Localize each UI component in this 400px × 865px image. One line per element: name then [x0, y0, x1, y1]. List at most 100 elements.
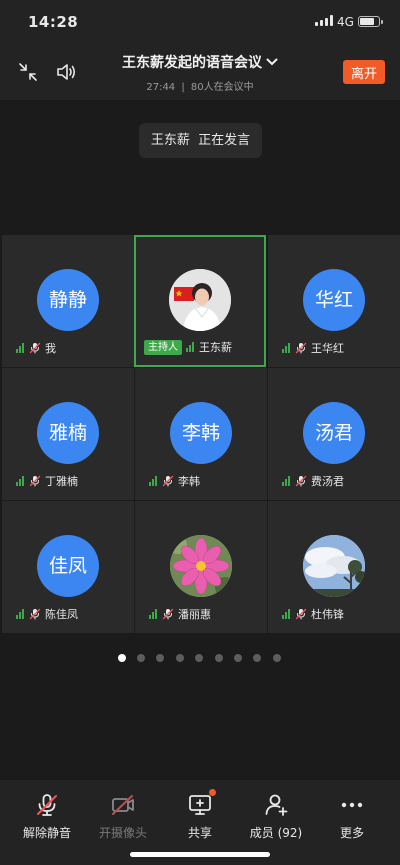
- status-bar: 14:28 4G: [0, 0, 400, 44]
- avatar-photo: [169, 269, 231, 331]
- participant-tile-active[interactable]: 主持人 王东薪: [134, 235, 266, 367]
- meeting-duration: 27:44: [146, 82, 176, 93]
- home-indicator[interactable]: [130, 852, 270, 857]
- speaking-indicator: 王东薪 正在发言: [139, 123, 262, 158]
- meeting-header: 王东薪发起的语音会议 27:44 | 80人在会议中 离开: [0, 44, 400, 100]
- participant-name: 陈佳凤: [45, 608, 78, 621]
- page-dot[interactable]: [215, 654, 223, 662]
- participant-tile[interactable]: 潘丽惠: [135, 501, 267, 633]
- page-dot[interactable]: [253, 654, 261, 662]
- participant-info: 我: [16, 341, 56, 355]
- participant-tile[interactable]: 佳凤 陈佳凤: [2, 501, 134, 633]
- signal-strength-icon: [149, 476, 159, 486]
- page-dot[interactable]: [195, 654, 203, 662]
- page-dot[interactable]: [156, 654, 164, 662]
- participant-name: 杜伟锋: [311, 608, 344, 621]
- avatar: 李韩: [170, 402, 232, 464]
- signal-strength-icon: [16, 609, 26, 619]
- avatar-photo: [170, 535, 232, 597]
- meeting-subtitle: 27:44 | 80人在会议中: [90, 78, 310, 93]
- participant-tile[interactable]: 李韩 李韩: [135, 368, 267, 500]
- camera-button[interactable]: 开摄像头: [85, 792, 161, 841]
- mic-muted-icon: [29, 608, 41, 620]
- participant-name: 费汤君: [311, 475, 344, 488]
- subtitle-separator: |: [181, 82, 185, 93]
- participant-name: 丁雅楠: [45, 475, 78, 488]
- mic-muted-icon: [295, 608, 307, 620]
- participant-name: 王东薪: [199, 341, 232, 354]
- camera-label: 开摄像头: [98, 826, 147, 840]
- avatar: 雅楠: [37, 402, 99, 464]
- minimize-icon[interactable]: [17, 61, 39, 83]
- avatar: 汤君: [303, 402, 365, 464]
- mic-muted-icon: [295, 475, 307, 487]
- meeting-title[interactable]: 王东薪发起的语音会议: [90, 52, 310, 72]
- page-dot[interactable]: [273, 654, 281, 662]
- clock: 14:28: [28, 13, 79, 31]
- mic-muted-icon: [29, 342, 41, 354]
- participant-tile[interactable]: 汤君 费汤君: [268, 368, 400, 500]
- page-dot[interactable]: [137, 654, 145, 662]
- page-dot[interactable]: [176, 654, 184, 662]
- mic-muted-icon: [34, 792, 60, 818]
- participant-name: 潘丽惠: [178, 608, 211, 621]
- participant-name: 我: [45, 342, 56, 355]
- network-type: 4G: [337, 15, 354, 29]
- signal-strength-icon: [16, 476, 26, 486]
- avatar: 静静: [37, 269, 99, 331]
- participant-tile[interactable]: 华红 王华红: [268, 235, 400, 367]
- participant-info: 王华红: [282, 341, 344, 355]
- meeting-title-area[interactable]: 王东薪发起的语音会议 27:44 | 80人在会议中: [90, 52, 310, 93]
- unmute-button[interactable]: 解除静音: [9, 792, 85, 841]
- participant-info: 李韩: [149, 474, 200, 488]
- participant-info: 杜伟锋: [282, 607, 344, 621]
- avatar: 华红: [303, 269, 365, 331]
- battery-icon: [358, 16, 383, 27]
- mic-muted-icon: [29, 475, 41, 487]
- participant-tile[interactable]: 杜伟锋: [268, 501, 400, 633]
- page-dot-active[interactable]: [118, 654, 126, 662]
- speaker-name: 王东薪: [150, 133, 190, 148]
- members-button[interactable]: 成员 (92): [238, 792, 314, 841]
- mic-muted-icon: [162, 475, 174, 487]
- share-button[interactable]: 共享: [162, 789, 238, 841]
- notification-dot: [209, 789, 216, 796]
- signal-strength-icon: [282, 476, 292, 486]
- participant-info: 费汤君: [282, 474, 344, 488]
- speaker-icon[interactable]: [55, 61, 77, 83]
- avatar: 佳凤: [37, 535, 99, 597]
- unmute-label: 解除静音: [22, 826, 71, 840]
- participant-info: 潘丽惠: [149, 607, 211, 621]
- mic-muted-icon: [295, 342, 307, 354]
- participant-count: 80人在会议中: [190, 82, 254, 93]
- screen-share-icon: [187, 789, 216, 818]
- avatar-photo: [303, 535, 365, 597]
- share-label: 共享: [187, 826, 212, 840]
- members-icon: [263, 792, 289, 818]
- mic-muted-icon: [162, 608, 174, 620]
- camera-off-icon: [110, 792, 136, 818]
- page-indicator[interactable]: [0, 653, 400, 663]
- participant-info: 主持人 王东薪: [144, 339, 232, 355]
- host-badge: 主持人: [144, 339, 182, 355]
- signal-strength-icon: [282, 609, 292, 619]
- members-label: 成员 (92): [249, 826, 303, 840]
- more-button[interactable]: 更多: [314, 792, 390, 841]
- signal-icon: [315, 15, 333, 26]
- page-dot[interactable]: [234, 654, 242, 662]
- speaking-status: 正在发言: [198, 133, 251, 148]
- participant-grid: 静静 我 主持人 王东薪 华红 王华红 雅楠 丁雅楠 李韩 李韩 汤君 费汤君 …: [0, 233, 400, 633]
- chevron-down-icon: [266, 55, 278, 71]
- signal-strength-icon: [186, 342, 196, 352]
- participant-info: 陈佳凤: [16, 607, 78, 621]
- participant-tile[interactable]: 雅楠 丁雅楠: [2, 368, 134, 500]
- signal-strength-icon: [16, 343, 26, 353]
- participant-name: 李韩: [178, 475, 200, 488]
- participant-info: 丁雅楠: [16, 474, 78, 488]
- leave-button[interactable]: 离开: [343, 60, 385, 84]
- participant-tile[interactable]: 静静 我: [2, 235, 134, 367]
- signal-strength-icon: [149, 609, 159, 619]
- participant-name: 王华红: [311, 342, 344, 355]
- signal-strength-icon: [282, 343, 292, 353]
- more-label: 更多: [339, 826, 364, 840]
